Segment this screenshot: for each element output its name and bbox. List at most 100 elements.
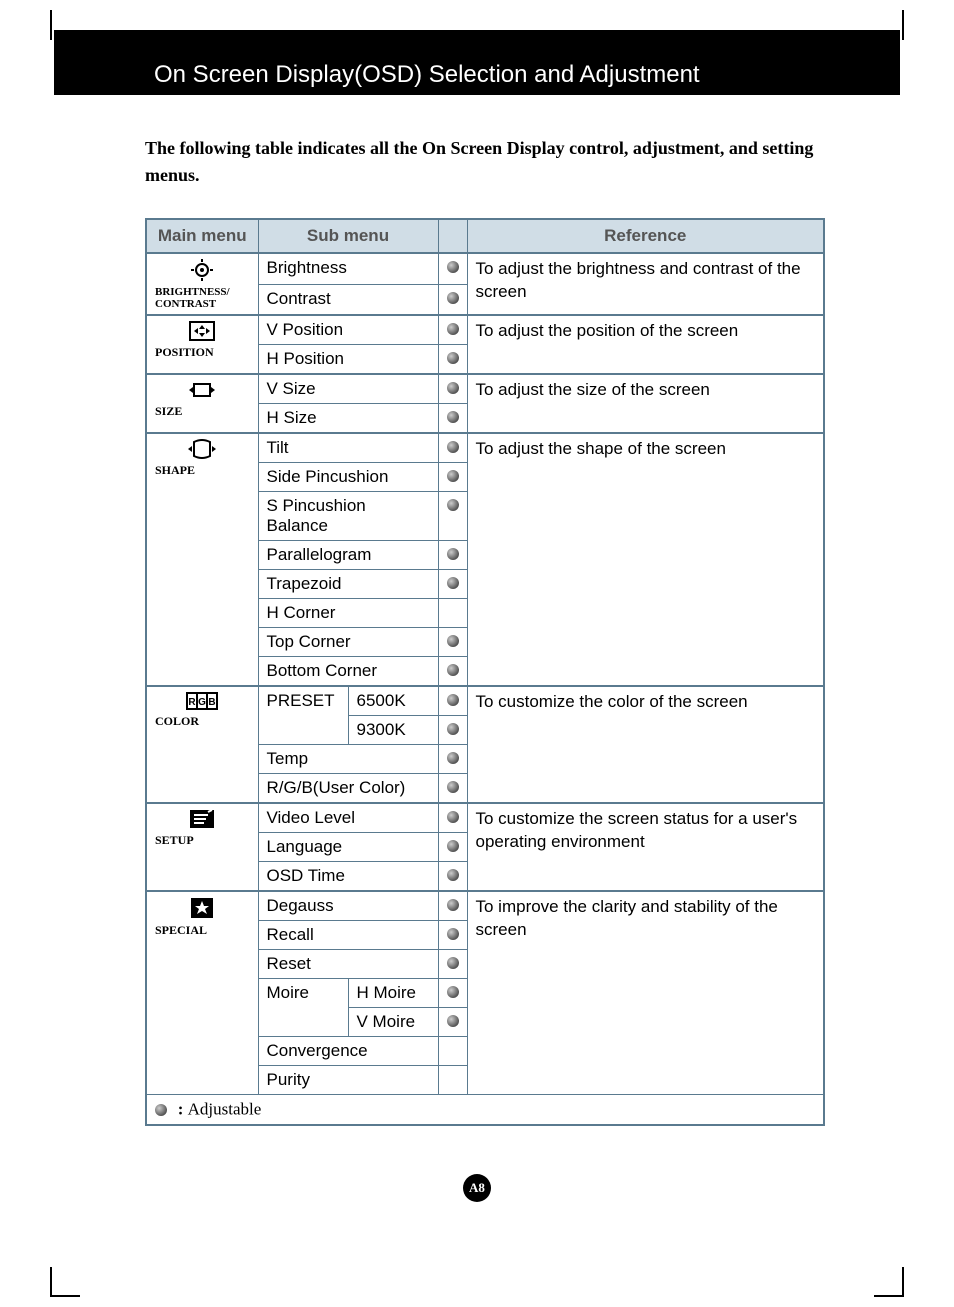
- svg-text:R: R: [189, 697, 197, 708]
- adjustable-marker: [438, 657, 467, 687]
- dot-icon: [447, 723, 459, 735]
- dot-icon: [447, 441, 459, 453]
- adjustable-marker: [438, 345, 467, 375]
- dot-icon: [447, 811, 459, 823]
- reference-text: To adjust the shape of the screen: [467, 433, 824, 686]
- crop-mark: [50, 1267, 52, 1297]
- mainmenu-size: SIZE: [146, 374, 258, 433]
- adjustable-marker: [438, 745, 467, 774]
- submenu-item: Contrast: [258, 284, 438, 315]
- dot-icon: [155, 1104, 167, 1116]
- dot-icon: [447, 694, 459, 706]
- submenu-item: Tilt: [258, 433, 438, 463]
- adjustable-marker: [438, 891, 467, 921]
- submenu-item: Convergence: [258, 1037, 438, 1066]
- reference-text: To customize the screen status for a use…: [467, 803, 824, 891]
- submenu-item: Trapezoid: [258, 570, 438, 599]
- position-icon: [155, 320, 250, 342]
- table-row: SETUP Video Level To customize the scree…: [146, 803, 824, 833]
- dot-icon: [447, 957, 459, 969]
- crop-mark: [902, 10, 904, 40]
- adjustable-marker: [438, 570, 467, 599]
- page: On Screen Display(OSD) Selection and Adj…: [0, 0, 954, 1307]
- crop-mark: [902, 1267, 904, 1297]
- svg-text:G: G: [198, 697, 206, 708]
- dot-icon: [447, 899, 459, 911]
- crop-mark: [874, 1295, 904, 1297]
- adjustable-marker: [438, 284, 467, 315]
- dot-icon: [447, 781, 459, 793]
- crop-mark: [50, 10, 52, 40]
- submenu-item: Purity: [258, 1066, 438, 1095]
- adjustable-marker: [438, 628, 467, 657]
- submenu-item: V Position: [258, 315, 438, 345]
- submenu-item: H Moire: [348, 979, 438, 1008]
- reference-text: To customize the color of the screen: [467, 686, 824, 803]
- page-number-badge: A8: [463, 1174, 491, 1202]
- dot-icon: [447, 869, 459, 881]
- submenu-item: 9300K: [348, 716, 438, 745]
- osd-table-container: Main menu Sub menu Reference BRIGHTNESS/…: [145, 218, 825, 1126]
- adjustable-marker: [438, 492, 467, 541]
- mainmenu-label: SIZE: [155, 405, 250, 418]
- dot-icon: [447, 261, 459, 273]
- dot-icon: [447, 635, 459, 647]
- mainmenu-setup: SETUP: [146, 803, 258, 891]
- reference-text: To adjust the size of the screen: [467, 374, 824, 433]
- submenu-item: Recall: [258, 921, 438, 950]
- brightness-icon: [155, 258, 250, 282]
- table-row: SHAPE Tilt To adjust the shape of the sc…: [146, 433, 824, 463]
- submenu-item: Parallelogram: [258, 541, 438, 570]
- legend-cell: : Adjustable: [146, 1095, 824, 1125]
- page-title: On Screen Display(OSD) Selection and Adj…: [154, 61, 700, 89]
- adjustable-marker: [438, 541, 467, 570]
- submenu-item: Brightness: [258, 253, 438, 284]
- color-icon: RGB: [155, 691, 250, 711]
- mainmenu-color: RGB COLOR: [146, 686, 258, 803]
- dot-icon: [447, 382, 459, 394]
- dot-icon: [447, 292, 459, 304]
- mainmenu-label: POSITION: [155, 346, 250, 359]
- special-icon: [155, 896, 250, 920]
- reference-text: To adjust the position of the screen: [467, 315, 824, 374]
- submenu-item: V Size: [258, 374, 438, 404]
- dot-icon: [447, 323, 459, 335]
- adjustable-marker: [438, 803, 467, 833]
- col-sub-menu: Sub menu: [258, 219, 438, 253]
- table-row: SIZE V Size To adjust the size of the sc…: [146, 374, 824, 404]
- table-row: BRIGHTNESS/CONTRAST Brightness To adjust…: [146, 253, 824, 284]
- dot-icon: [447, 986, 459, 998]
- submenu-item: OSD Time: [258, 862, 438, 892]
- mainmenu-shape: SHAPE: [146, 433, 258, 686]
- dot-icon: [447, 928, 459, 940]
- dot-icon: [447, 1015, 459, 1027]
- dot-icon: [447, 577, 459, 589]
- submenu-item: 6500K: [348, 686, 438, 716]
- col-main-menu: Main menu: [146, 219, 258, 253]
- mainmenu-brightness: BRIGHTNESS/CONTRAST: [146, 253, 258, 315]
- submenu-item: Bottom Corner: [258, 657, 438, 687]
- submenu-item: H Corner: [258, 599, 438, 628]
- adjustable-marker: [438, 374, 467, 404]
- submenu-item: H Size: [258, 404, 438, 434]
- table-row: SPECIAL Degauss To improve the clarity a…: [146, 891, 824, 921]
- legend-text: Adjustable: [188, 1100, 262, 1119]
- submenu-item: Reset: [258, 950, 438, 979]
- size-icon: [155, 379, 250, 401]
- adjustable-marker: [438, 404, 467, 434]
- submenu-item: Temp: [258, 745, 438, 774]
- dot-icon: [447, 352, 459, 364]
- mainmenu-label: SHAPE: [155, 464, 250, 477]
- adjustable-marker: [438, 979, 467, 1008]
- osd-table: Main menu Sub menu Reference BRIGHTNESS/…: [145, 218, 825, 1126]
- reference-text: To adjust the brightness and contrast of…: [467, 253, 824, 315]
- mainmenu-label: SPECIAL: [155, 924, 250, 937]
- adjustable-marker: [438, 1066, 467, 1095]
- dot-icon: [447, 752, 459, 764]
- table-row: POSITION V Position To adjust the positi…: [146, 315, 824, 345]
- adjustable-marker: [438, 1008, 467, 1037]
- submenu-item: R/G/B(User Color): [258, 774, 438, 804]
- submenu-item: Top Corner: [258, 628, 438, 657]
- submenu-item: V Moire: [348, 1008, 438, 1037]
- table-header-row: Main menu Sub menu Reference: [146, 219, 824, 253]
